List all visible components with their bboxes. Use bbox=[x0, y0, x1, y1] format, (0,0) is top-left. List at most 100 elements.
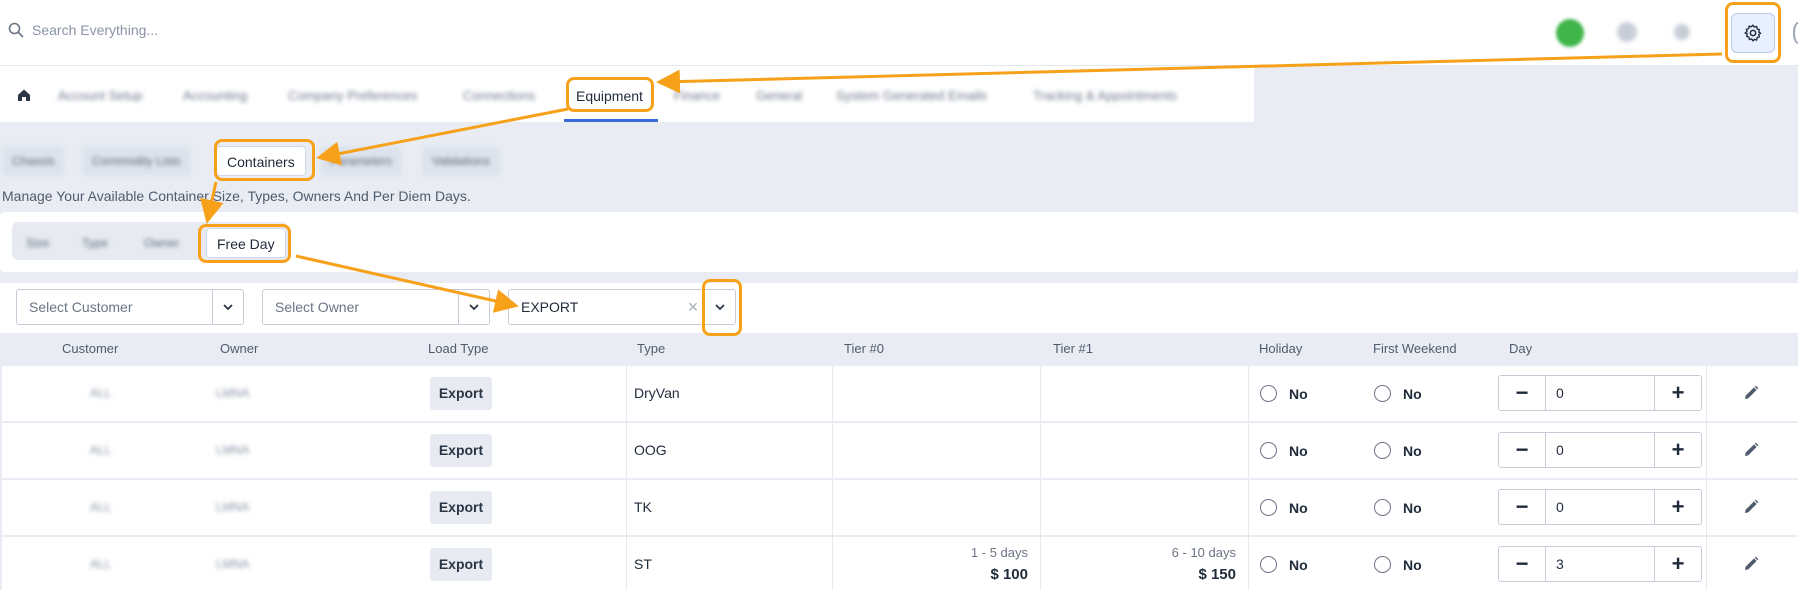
edit-pencil-icon[interactable] bbox=[1742, 498, 1760, 516]
customer-cell: ALL bbox=[90, 557, 112, 571]
header-tier-1: Tier #1 bbox=[1053, 341, 1093, 356]
cell-divider bbox=[1706, 537, 1707, 590]
gear-icon bbox=[1744, 24, 1762, 42]
day-stepper[interactable]: − 0 + bbox=[1498, 375, 1702, 411]
first-weekend-label: No bbox=[1403, 500, 1422, 516]
chevron-down-icon[interactable] bbox=[459, 301, 489, 313]
header-owner: Owner bbox=[220, 341, 259, 356]
cell-divider bbox=[626, 366, 627, 421]
holiday-radio[interactable] bbox=[1260, 442, 1277, 459]
edit-pencil-icon[interactable] bbox=[1742, 555, 1760, 573]
owner-cell: LMNA bbox=[216, 557, 250, 571]
tab-company-preferences[interactable]: Company Preferences bbox=[288, 88, 417, 103]
subtab-validations[interactable]: Validations bbox=[422, 146, 500, 176]
increment-button[interactable]: + bbox=[1655, 433, 1701, 467]
load-type-select[interactable]: EXPORT × bbox=[508, 289, 736, 325]
settings-button[interactable] bbox=[1731, 13, 1775, 53]
tab-equipment[interactable]: Equipment bbox=[564, 66, 658, 122]
owner-select[interactable]: Select Owner bbox=[262, 289, 490, 325]
chat-icon[interactable] bbox=[1617, 22, 1637, 42]
first-weekend-label: No bbox=[1403, 443, 1422, 459]
tab-tracking-appointments[interactable]: Tracking & Appointments bbox=[1033, 88, 1177, 103]
day-input[interactable]: 0 bbox=[1545, 490, 1655, 524]
first-weekend-radio[interactable] bbox=[1374, 442, 1391, 459]
notification-icon[interactable] bbox=[1674, 24, 1690, 40]
search-placeholder[interactable]: Search Everything... bbox=[32, 22, 158, 38]
decrement-button[interactable]: − bbox=[1499, 490, 1545, 524]
clear-selection-icon[interactable]: × bbox=[682, 297, 704, 318]
decrement-button[interactable]: − bbox=[1499, 433, 1545, 467]
tier-1-amount: $ 150 bbox=[1198, 566, 1236, 583]
tab-connections[interactable]: Connections bbox=[463, 88, 535, 103]
tier-0-days: 1 - 5 days bbox=[970, 545, 1028, 560]
holiday-radio[interactable] bbox=[1260, 499, 1277, 516]
header-first-weekend: First Weekend bbox=[1373, 341, 1457, 356]
load-type-badge: Export bbox=[430, 548, 492, 581]
subtab-containers[interactable]: Containers bbox=[216, 146, 306, 176]
header-tier-0: Tier #0 bbox=[844, 341, 884, 356]
container-tab-size[interactable]: Size bbox=[26, 228, 49, 258]
header-type: Type bbox=[637, 341, 666, 356]
header-load-type: Load Type bbox=[428, 341, 489, 356]
type-cell: DryVan bbox=[634, 385, 680, 401]
first-weekend-radio[interactable] bbox=[1374, 385, 1391, 402]
tab-system-generated-emails[interactable]: System Generated Emails bbox=[836, 88, 987, 103]
tab-general[interactable]: General bbox=[756, 88, 802, 103]
cell-divider bbox=[626, 480, 627, 535]
load-type-badge: Export bbox=[430, 434, 492, 467]
day-input[interactable]: 0 bbox=[1545, 376, 1655, 410]
first-weekend-label: No bbox=[1403, 557, 1422, 573]
search-bar[interactable]: Search Everything... bbox=[8, 22, 158, 38]
holiday-label: No bbox=[1289, 500, 1308, 516]
decrement-button[interactable]: − bbox=[1499, 376, 1545, 410]
day-stepper[interactable]: − 3 + bbox=[1498, 546, 1702, 582]
container-tab-type[interactable]: Type bbox=[82, 228, 108, 258]
search-icon bbox=[8, 22, 24, 38]
increment-button[interactable]: + bbox=[1655, 376, 1701, 410]
customer-select-placeholder: Select Customer bbox=[29, 299, 133, 315]
tab-accounting[interactable]: Accounting bbox=[183, 88, 247, 103]
edit-pencil-icon[interactable] bbox=[1742, 441, 1760, 459]
user-status-avatar[interactable] bbox=[1556, 19, 1584, 47]
day-input[interactable]: 0 bbox=[1545, 433, 1655, 467]
first-weekend-radio[interactable] bbox=[1374, 499, 1391, 516]
increment-button[interactable]: + bbox=[1655, 547, 1701, 581]
chevron-down-icon[interactable] bbox=[705, 301, 735, 313]
holiday-radio[interactable] bbox=[1260, 556, 1277, 573]
cell-divider bbox=[1248, 423, 1249, 478]
tier-1-days: 6 - 10 days bbox=[1171, 545, 1236, 560]
subtab-commodity-lists[interactable]: Commodity Lists bbox=[82, 146, 191, 176]
home-icon[interactable] bbox=[16, 87, 32, 103]
profile-edge-icon[interactable] bbox=[1793, 22, 1798, 44]
holiday-radio[interactable] bbox=[1260, 385, 1277, 402]
customer-select[interactable]: Select Customer bbox=[16, 289, 244, 325]
customer-cell: ALL bbox=[90, 386, 112, 400]
container-tab-free-day[interactable]: Free Day bbox=[206, 228, 286, 258]
owner-cell: LMNA bbox=[216, 443, 250, 457]
increment-button[interactable]: + bbox=[1655, 490, 1701, 524]
tab-account-setup[interactable]: Account Setup bbox=[58, 88, 143, 103]
day-stepper[interactable]: − 0 + bbox=[1498, 432, 1702, 468]
owner-cell: LMNA bbox=[216, 386, 250, 400]
day-input[interactable]: 3 bbox=[1545, 547, 1655, 581]
day-stepper[interactable]: − 0 + bbox=[1498, 489, 1702, 525]
holiday-label: No bbox=[1289, 557, 1308, 573]
subtab-chassis[interactable]: Chassis bbox=[2, 146, 65, 176]
header-day: Day bbox=[1509, 341, 1533, 356]
tab-finance[interactable]: Finance bbox=[674, 88, 720, 103]
edit-pencil-icon[interactable] bbox=[1742, 384, 1760, 402]
cell-divider bbox=[1248, 537, 1249, 590]
container-tabs-panel: Size Type Owner Free Day bbox=[0, 212, 1798, 272]
decrement-button[interactable]: − bbox=[1499, 547, 1545, 581]
owner-select-placeholder: Select Owner bbox=[275, 299, 360, 315]
table-row: ALL LMNA Export ST 1 - 5 days $ 100 6 - … bbox=[2, 537, 1798, 590]
cell-divider bbox=[1706, 423, 1707, 478]
chevron-down-icon[interactable] bbox=[213, 301, 243, 313]
cell-divider bbox=[1706, 366, 1707, 421]
first-weekend-radio[interactable] bbox=[1374, 556, 1391, 573]
cell-divider bbox=[1248, 480, 1249, 535]
container-tab-owner[interactable]: Owner bbox=[144, 228, 179, 258]
cell-divider bbox=[1040, 480, 1041, 535]
customer-cell: ALL bbox=[90, 443, 112, 457]
subtab-parameters[interactable]: Parameters bbox=[320, 146, 403, 176]
